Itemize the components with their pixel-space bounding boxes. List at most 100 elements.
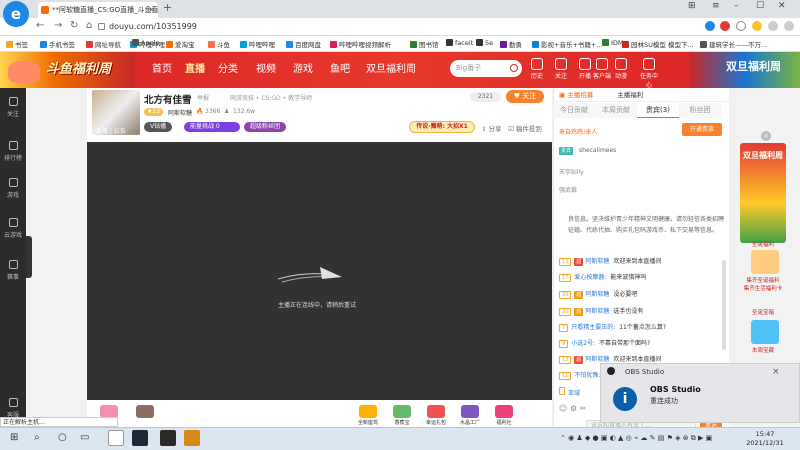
bookmark-item[interactable]: 爱淘宝: [166, 39, 195, 49]
bookmark-item[interactable]: 百度网盘: [286, 39, 321, 49]
bookmark-item[interactable]: Apple: [132, 39, 160, 47]
energy-challenge-badge[interactable]: 能量挑战 0: [184, 122, 240, 132]
bookmark-item[interactable]: 图书馆: [410, 39, 439, 49]
extension-icon[interactable]: [705, 21, 715, 31]
bookmark-item[interactable]: 哔哩哔哩视频解析: [330, 39, 391, 49]
ad-close-icon[interactable]: ×: [761, 131, 771, 141]
client-button[interactable]: 客户端: [592, 58, 612, 80]
cortana-icon[interactable]: ○: [58, 432, 67, 443]
recruit-link[interactable]: ▣ 主播招募: [559, 91, 593, 99]
windows-start-icon[interactable]: ⊞: [10, 432, 18, 443]
bookmark-item[interactable]: 建筑学长——不万...: [700, 39, 767, 49]
extension-icon[interactable]: [752, 21, 762, 31]
search-input[interactable]: Big番子: [450, 60, 522, 77]
bookmark-item[interactable]: 手机书签: [40, 39, 75, 49]
nav-home[interactable]: 首页: [152, 60, 172, 75]
bookmark-item[interactable]: 园林SU模型 模型下...: [622, 39, 694, 49]
extension-icon[interactable]: [768, 21, 778, 31]
maximize-icon[interactable]: ☐: [756, 1, 764, 11]
gift-item[interactable]: 水晶工厂: [457, 405, 483, 426]
gift-item[interactable]: 福利社: [491, 405, 517, 426]
bookmark-item[interactable]: 勤勇: [500, 39, 522, 49]
bookmark-item[interactable]: 影视+音乐+书籍+...: [532, 39, 603, 49]
vip-badge[interactable]: V钻播: [144, 122, 173, 132]
tray-icons[interactable]: ⌃ ◉ ♟ ◆ ● ▣ ◐ ▲ ◎ ⌁ ☁ ✎ ▤ ⚑ ◈ ⊗ ⧉ ▶ ▣: [560, 434, 712, 443]
refresh-icon[interactable]: ↻: [70, 20, 78, 31]
browser-tab[interactable]: **阿软糖直播_CS:GO直播_斗鱼直 ×: [38, 2, 158, 18]
combo-badge[interactable]: 传说·魔萌: 大招X1: [409, 121, 475, 133]
gift-item[interactable]: 全新座驾: [355, 405, 381, 426]
extension-icon[interactable]: [736, 21, 746, 31]
history-button[interactable]: 历史: [527, 58, 547, 80]
url-field[interactable]: douyu.com/10351999: [98, 20, 698, 34]
menu-icon[interactable]: ≡: [712, 1, 720, 11]
steam-app-icon[interactable]: [132, 430, 148, 446]
vip-user[interactable]: 贵宾 shecalimees: [559, 147, 616, 155]
clock[interactable]: 15:47 2021/12/31: [737, 430, 793, 448]
nav-video[interactable]: 视频: [256, 60, 276, 75]
ad-banner-main[interactable]: 双旦福利周: [740, 143, 786, 243]
forward-icon[interactable]: →: [54, 20, 62, 31]
ad-image[interactable]: [751, 320, 779, 344]
sidebar-collapse-handle[interactable]: [26, 236, 32, 278]
follow-button[interactable]: ♥ 关注: [506, 90, 544, 103]
close-tab-icon[interactable]: ×: [148, 2, 155, 18]
sidebar-item-cloud-game[interactable]: 云游戏: [0, 218, 26, 239]
sidebar-item-game[interactable]: 游戏: [0, 178, 26, 199]
nav-live[interactable]: 直播: [185, 60, 205, 75]
task-center-button[interactable]: 任务中心: [639, 58, 659, 89]
gift-item[interactable]: [132, 405, 158, 418]
pin-icon[interactable]: ⊞: [688, 1, 696, 11]
anime-button[interactable]: 动漫: [611, 58, 631, 80]
tab-today[interactable]: 今日贡献: [553, 103, 595, 118]
search-icon[interactable]: ⌕: [34, 432, 40, 443]
bookmark-item[interactable]: 书签: [6, 39, 28, 49]
nav-category[interactable]: 分类: [218, 60, 238, 75]
csgo-app-icon[interactable]: [184, 430, 200, 446]
sidebar-item-rank[interactable]: 排行榜: [0, 141, 26, 162]
browser-logo[interactable]: e: [3, 1, 29, 27]
nav-fishbar[interactable]: 鱼吧: [330, 60, 350, 75]
tab-week[interactable]: 本周贡献: [595, 103, 637, 118]
vip-user[interactable]: 天宇Billy: [559, 167, 584, 176]
sidebar-item-esports[interactable]: 赛事: [0, 260, 26, 281]
extension-icon[interactable]: [784, 21, 794, 31]
file-app-icon[interactable]: [108, 430, 124, 446]
game-app-icon[interactable]: [160, 430, 176, 446]
nav-welfare[interactable]: 双旦福利周: [366, 60, 416, 75]
home-icon[interactable]: ⌂: [86, 20, 92, 31]
back-icon[interactable]: ←: [36, 20, 44, 31]
nav-game[interactable]: 游戏: [293, 60, 313, 75]
extension-icon[interactable]: [720, 21, 730, 31]
close-notification-icon[interactable]: ×: [772, 367, 780, 377]
tab-fans[interactable]: 粉丝团: [679, 103, 721, 118]
vip-user[interactable]: 强武裁: [559, 185, 577, 194]
gift-item[interactable]: 幸运礼包: [423, 405, 449, 426]
tab-vip[interactable]: 贵宾(3): [637, 103, 679, 118]
share-button[interactable]: ⇪ 分享: [481, 123, 502, 133]
search-icon[interactable]: [510, 64, 518, 72]
favorite-button[interactable]: ☑ 稿件投到: [508, 123, 542, 133]
bookmark-item[interactable]: 斗鱼: [208, 39, 230, 49]
header-banner-right[interactable]: 双旦福利周: [690, 52, 800, 88]
ad-image[interactable]: [751, 250, 779, 274]
close-window-icon[interactable]: ✕: [778, 1, 786, 11]
anchor-name[interactable]: 阿斯软糖: [168, 108, 192, 117]
chat-scrollbar[interactable]: [722, 260, 726, 350]
welfare-link[interactable]: 主播福利: [617, 91, 643, 99]
bookmark-item[interactable]: 哔哩哔哩: [240, 39, 275, 49]
report-link[interactable]: 举报: [197, 93, 209, 102]
bookmark-item[interactable]: 5e: [476, 39, 493, 47]
task-view-icon[interactable]: ▭: [80, 432, 89, 443]
follow-nav-button[interactable]: 关注: [551, 58, 571, 80]
chat-tools-icon[interactable]: ☺ ⚙ ✂: [559, 404, 586, 413]
sidebar-item-follow[interactable]: 关注: [0, 97, 26, 118]
open-vip-button[interactable]: 开通贵族: [682, 123, 722, 136]
new-tab-button[interactable]: +: [163, 1, 172, 14]
gift-item[interactable]: 香蕉宝: [389, 405, 415, 426]
bookmark-item[interactable]: 网址导航: [86, 39, 121, 49]
room-categories[interactable]: 网游竞技 • CS:GO • 教学导师: [230, 93, 312, 102]
header-banner-left[interactable]: 斗鱼福利周: [0, 52, 135, 88]
fan-club-badge[interactable]: 超级粉丝团: [244, 122, 287, 132]
sidebar-item-service[interactable]: 客服: [0, 398, 26, 419]
